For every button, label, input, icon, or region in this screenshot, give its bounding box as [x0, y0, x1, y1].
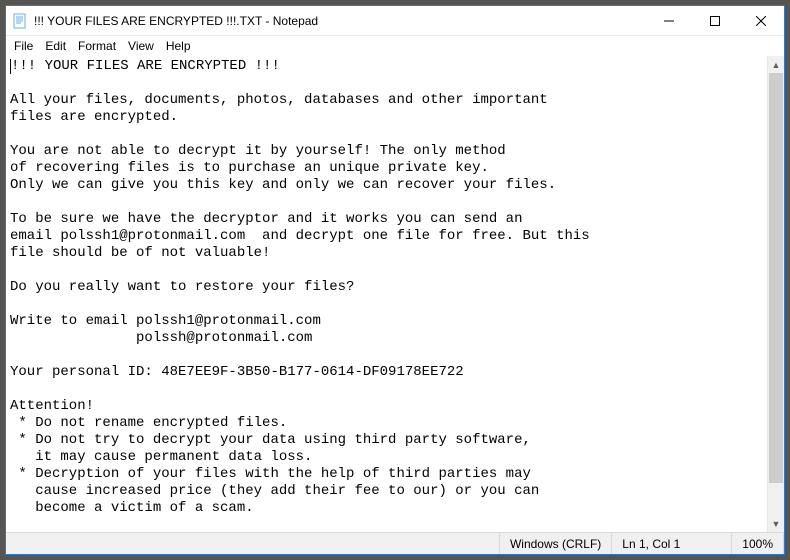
titlebar: !!! YOUR FILES ARE ENCRYPTED !!!.TXT - N… — [6, 6, 784, 36]
menu-help[interactable]: Help — [160, 38, 197, 54]
window-controls — [646, 6, 784, 35]
notepad-icon — [12, 13, 28, 29]
notepad-window: !!! YOUR FILES ARE ENCRYPTED !!!.TXT - N… — [5, 5, 785, 555]
scrollbar-thumb[interactable] — [769, 73, 783, 483]
menu-edit[interactable]: Edit — [39, 38, 72, 54]
menu-view[interactable]: View — [122, 38, 160, 54]
close-button[interactable] — [738, 6, 784, 35]
menubar: File Edit Format View Help — [6, 36, 784, 56]
document-text: !!! YOUR FILES ARE ENCRYPTED !!! All you… — [10, 58, 590, 516]
maximize-button[interactable] — [692, 6, 738, 35]
menu-format[interactable]: Format — [72, 38, 122, 54]
status-spacer — [6, 533, 500, 554]
menu-file[interactable]: File — [8, 38, 39, 54]
scroll-down-arrow-icon[interactable]: ▼ — [768, 515, 784, 532]
status-line-ending: Windows (CRLF) — [500, 533, 612, 554]
window-title: !!! YOUR FILES ARE ENCRYPTED !!!.TXT - N… — [34, 14, 646, 28]
statusbar: Windows (CRLF) Ln 1, Col 1 100% — [6, 532, 784, 554]
text-editor[interactable]: !!! YOUR FILES ARE ENCRYPTED !!! All you… — [6, 56, 784, 532]
scroll-up-arrow-icon[interactable]: ▲ — [768, 56, 784, 73]
status-zoom: 100% — [732, 533, 784, 554]
status-cursor-position: Ln 1, Col 1 — [612, 533, 732, 554]
minimize-button[interactable] — [646, 6, 692, 35]
vertical-scrollbar[interactable]: ▲ ▼ — [767, 56, 784, 532]
